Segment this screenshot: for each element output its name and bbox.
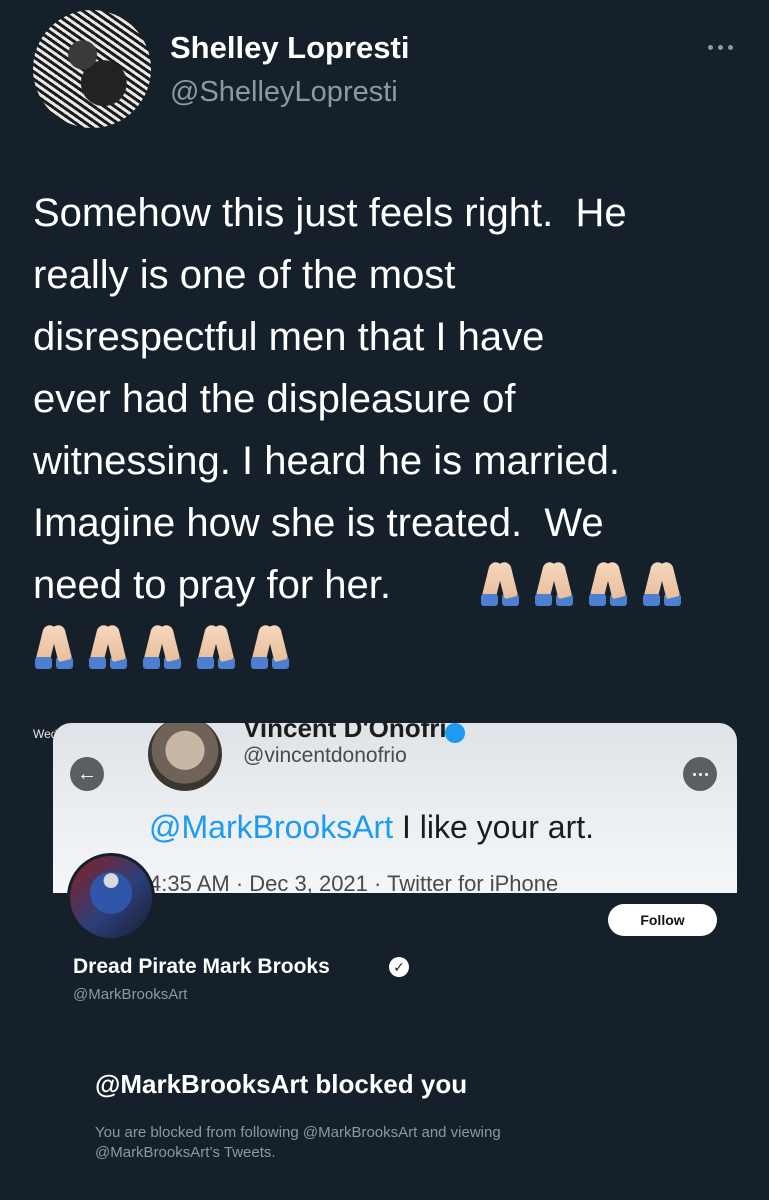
verified-icon: [445, 723, 465, 743]
author-name[interactable]: Shelley Lopresti: [170, 30, 409, 66]
folded-hands-icon: [534, 560, 574, 606]
tweet-text: Somehow this just feels right. He really…: [33, 191, 627, 607]
blocked-title: @MarkBrooksArt blocked you: [95, 1069, 468, 1099]
folded-hands-icon: [480, 560, 520, 606]
folded-hands-icon: [142, 623, 182, 669]
inner-tweet-handle: @vincentdonofrio: [243, 744, 407, 767]
folded-hands-icon: [88, 623, 128, 669]
folded-hands-icon: [196, 623, 236, 669]
inner-tweet-body: I like your art.: [393, 809, 595, 845]
inner-tweet-meta: 4:35 AM · Dec 3, 2021 · Twitter for iPho…: [149, 871, 559, 896]
inner-tweet-avatar: [148, 723, 222, 791]
follow-button[interactable]: Follow: [608, 904, 717, 936]
embedded-screenshot[interactable]: Vincent D'Onofrio @vincentdonofrio @Mark…: [53, 723, 737, 1200]
inner-tweet-text: @MarkBrooksArt I like your art.: [149, 809, 594, 846]
back-arrow-icon[interactable]: ←: [70, 757, 104, 791]
blocked-description: You are blocked from following @MarkBroo…: [95, 1124, 501, 1161]
emoji-row-2: [34, 623, 290, 669]
inner-tweet-mention: @MarkBrooksArt: [149, 809, 394, 845]
emoji-row-1: [480, 560, 682, 606]
author-avatar[interactable]: [33, 10, 151, 128]
folded-hands-icon: [34, 623, 74, 669]
inner-tweet-name: Vincent D'Onofrio: [243, 723, 463, 743]
profile-name: Dread Pirate Mark Brooks: [73, 955, 330, 978]
more-options-icon[interactable]: [683, 757, 717, 791]
folded-hands-icon: [642, 560, 682, 606]
folded-hands-icon: [588, 560, 628, 606]
header-photo: Vincent D'Onofrio @vincentdonofrio @Mark…: [53, 723, 737, 896]
profile-handle: @MarkBrooksArt: [73, 986, 188, 1003]
more-options-icon[interactable]: [700, 35, 740, 59]
author-handle[interactable]: @ShelleyLopresti: [170, 76, 398, 109]
folded-hands-icon: [250, 623, 290, 669]
verified-icon: ✓: [389, 957, 409, 977]
profile-avatar[interactable]: [67, 853, 155, 941]
